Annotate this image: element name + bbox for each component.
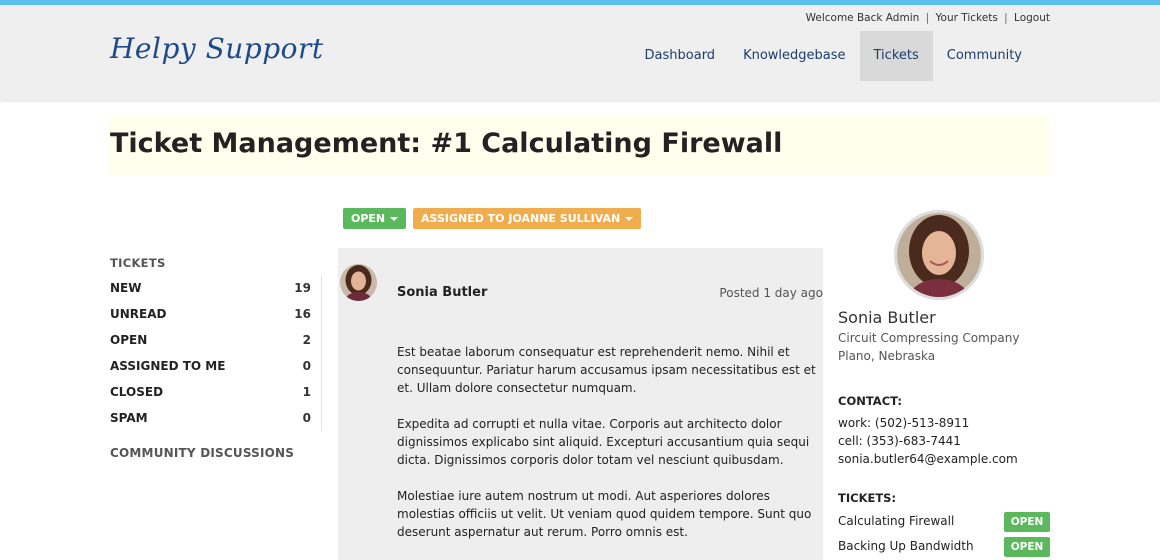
caret-down-icon <box>390 217 399 221</box>
tickets-heading: TICKETS: <box>838 491 897 505</box>
status-badge: OPEN <box>1004 512 1050 532</box>
assign-label: ASSIGNED TO JOANNE SULLIVAN <box>421 212 621 225</box>
logout-link[interactable]: Logout <box>1014 12 1050 24</box>
nav-dashboard[interactable]: Dashboard <box>631 31 730 81</box>
main-nav: Dashboard Knowledgebase Tickets Communit… <box>631 31 1036 81</box>
caret-down-icon <box>625 217 634 221</box>
sidebar-item-spam[interactable]: SPAM 0 <box>110 405 311 431</box>
sidebar-heading-tickets: TICKETS <box>110 256 166 270</box>
sidebar-item-count: 2 <box>302 333 311 347</box>
separator: | <box>925 12 930 24</box>
sidebar-item-open[interactable]: OPEN 2 <box>110 327 311 353</box>
post-paragraph: Expedita ad corrupti et nulla vitae. Cor… <box>397 417 810 467</box>
sidebar: TICKETS NEW 19 UNREAD 16 OPEN 2 ASSIGNED… <box>110 256 322 460</box>
page-title: Ticket Management: #1 Calculating Firewa… <box>110 128 783 159</box>
ticket-post: Sonia Butler Posted 1 day ago Est beatae… <box>338 248 823 560</box>
sidebar-item-closed[interactable]: CLOSED 1 <box>110 379 311 405</box>
ticket-title[interactable]: Calculating Firewall <box>838 514 954 528</box>
contact-heading: CONTACT: <box>838 394 902 408</box>
post-body: Est beatae laborum consequatur est repre… <box>397 343 817 559</box>
sidebar-item-label: NEW <box>110 281 142 295</box>
post-paragraph: Molestiae iure autem nostrum ut modi. Au… <box>397 489 812 539</box>
profile-location: Plano, Nebraska <box>838 349 936 363</box>
sidebar-item-count: 19 <box>294 281 311 295</box>
email-address[interactable]: sonia.butler64@example.com <box>838 452 1018 466</box>
sidebar-item-assigned-to-me[interactable]: ASSIGNED TO ME 0 <box>110 353 311 379</box>
sidebar-item-label: ASSIGNED TO ME <box>110 359 226 373</box>
user-links: Welcome Back Admin | Your Tickets | Logo… <box>806 12 1050 24</box>
customer-ticket-item[interactable]: Backing Up Bandwidth OPEN <box>838 537 1050 557</box>
nav-community[interactable]: Community <box>933 31 1036 81</box>
avatar <box>340 264 377 301</box>
sidebar-item-new[interactable]: NEW 19 <box>110 275 311 301</box>
status-badge: OPEN <box>1004 537 1050 557</box>
customer-ticket-item[interactable]: Calculating Firewall OPEN <box>838 512 1050 532</box>
profile-name: Sonia Butler <box>838 308 936 327</box>
assign-dropdown-button[interactable]: ASSIGNED TO JOANNE SULLIVAN <box>413 208 642 229</box>
post-paragraph: Est beatae laborum consequatur est repre… <box>397 345 816 395</box>
status-label: OPEN <box>351 212 386 225</box>
title-band: Ticket Management: #1 Calculating Firewa… <box>110 115 1050 175</box>
sidebar-item-count: 0 <box>302 359 311 373</box>
separator: | <box>1004 12 1008 24</box>
post-author[interactable]: Sonia Butler <box>397 285 487 300</box>
profile-photo <box>894 210 984 300</box>
sidebar-item-count: 16 <box>294 307 311 321</box>
ticket-title[interactable]: Backing Up Bandwidth <box>838 539 974 553</box>
sidebar-item-unread[interactable]: UNREAD 16 <box>110 301 311 327</box>
ticket-filter-list: NEW 19 UNREAD 16 OPEN 2 ASSIGNED TO ME 0… <box>110 275 322 431</box>
nav-tickets[interactable]: Tickets <box>859 31 933 81</box>
status-dropdown-button[interactable]: OPEN <box>343 208 407 229</box>
sidebar-item-label: CLOSED <box>110 385 164 399</box>
top-navbar: Welcome Back Admin | Your Tickets | Logo… <box>0 0 1160 100</box>
your-tickets-link[interactable]: Your Tickets <box>936 12 998 24</box>
sidebar-heading-community[interactable]: COMMUNITY DISCUSSIONS <box>110 446 322 460</box>
post-timestamp: Posted 1 day ago <box>719 286 823 300</box>
profile-company: Circuit Compressing Company <box>838 331 1020 345</box>
sidebar-item-label: SPAM <box>110 411 148 425</box>
logo[interactable]: Helpy Support <box>110 32 324 65</box>
nav-knowledgebase[interactable]: Knowledgebase <box>729 31 859 81</box>
sidebar-item-label: UNREAD <box>110 307 167 321</box>
cell-phone: cell: (353)-683-7441 <box>838 434 961 448</box>
sidebar-item-count: 0 <box>302 411 311 425</box>
sidebar-item-count: 1 <box>302 385 311 399</box>
work-phone: work: (502)-513-8911 <box>838 416 970 430</box>
welcome-text: Welcome Back Admin <box>805 12 920 24</box>
sidebar-item-label: OPEN <box>110 333 148 347</box>
